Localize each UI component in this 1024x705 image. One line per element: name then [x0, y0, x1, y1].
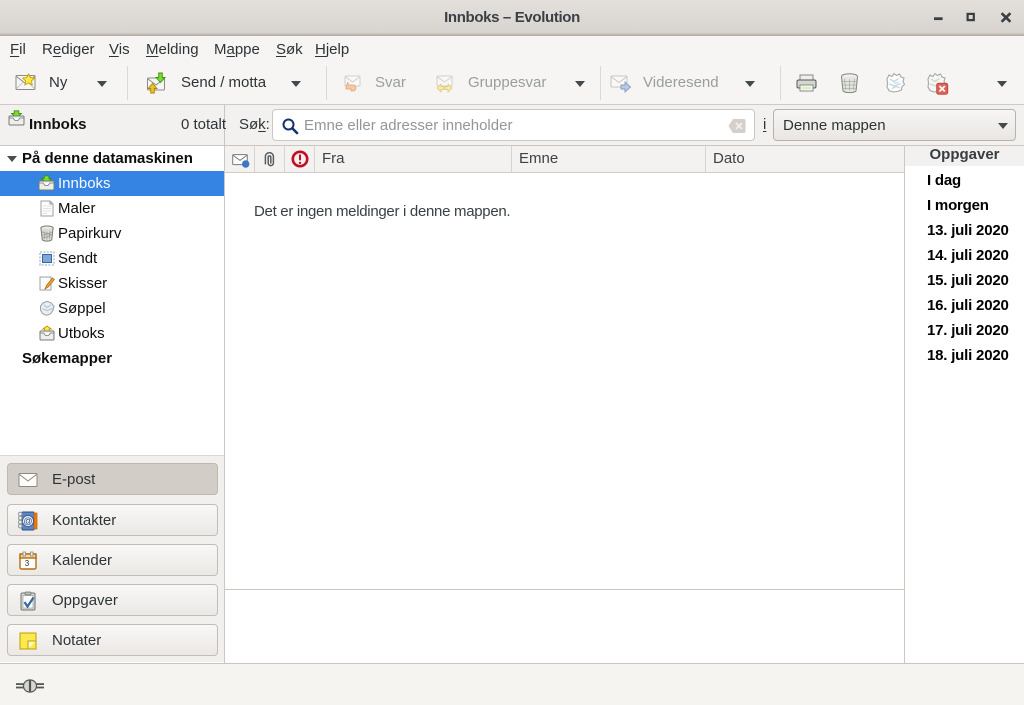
svg-text:@: @ [23, 516, 32, 526]
svg-text:3: 3 [25, 559, 30, 568]
